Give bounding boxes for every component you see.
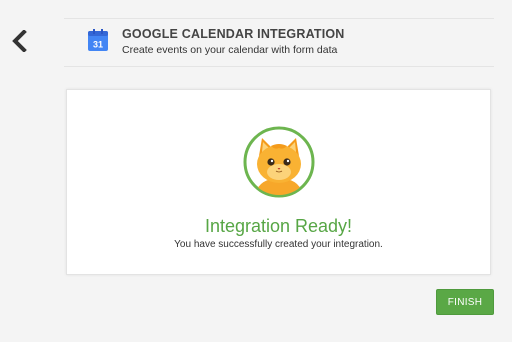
cat-mascot-icon — [243, 126, 315, 198]
integration-header: 31 GOOGLE CALENDAR INTEGRATION Create ev… — [64, 18, 494, 67]
google-calendar-icon: 31 — [88, 29, 108, 51]
page-title: GOOGLE CALENDAR INTEGRATION — [122, 27, 345, 41]
back-button[interactable] — [10, 29, 30, 53]
success-title: Integration Ready! — [204, 216, 353, 236]
chevron-left-icon — [12, 29, 27, 53]
page-subtitle: Create events on your calendar with form… — [122, 44, 338, 56]
calendar-date-text: 31 — [93, 40, 103, 50]
success-message: You have successfully created your integ… — [174, 239, 383, 250]
finish-button[interactable]: FINISH — [436, 289, 494, 315]
success-card: Integration Ready! You have successfully… — [66, 89, 491, 275]
